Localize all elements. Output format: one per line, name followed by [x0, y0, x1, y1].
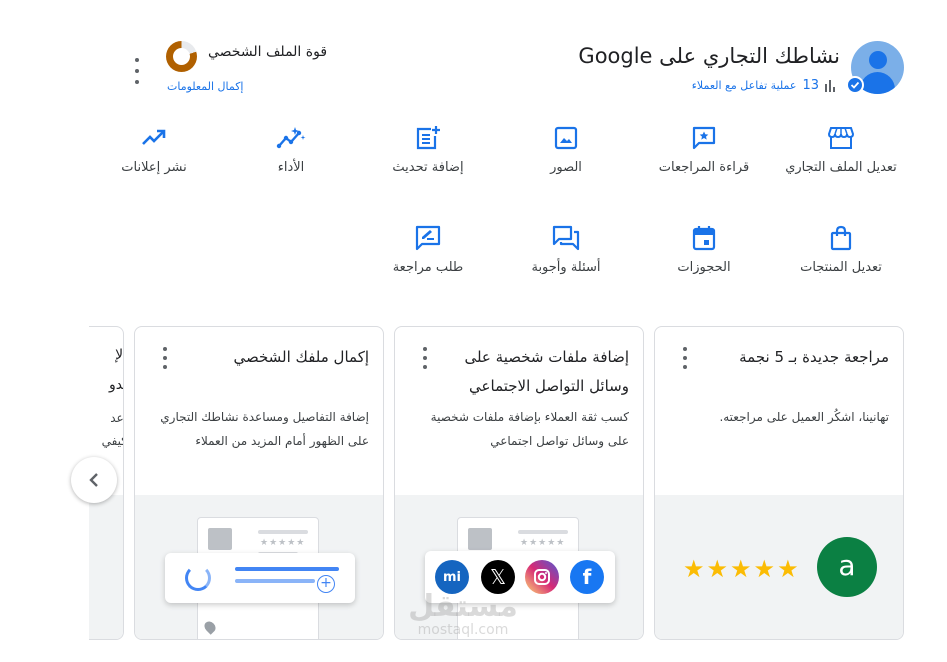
card-more-icon[interactable]	[679, 347, 691, 369]
progress-spinner-icon	[185, 565, 211, 591]
suggestion-card-complete-profile[interactable]: إكمال ملفك الشخصي إضافة التفاصيل ومساعدة…	[134, 326, 384, 640]
review-star-icon	[639, 124, 769, 152]
action-label: تعديل المنتجات	[800, 260, 882, 275]
action-label: أسئلة وأجوبة	[531, 260, 601, 275]
partial-card-title: بدو	[108, 377, 124, 393]
calendar-icon	[639, 224, 769, 252]
add-icon: +	[317, 575, 335, 593]
partial-card-description: إعد	[110, 411, 124, 425]
profile-illustration: ★★★★★ +	[135, 495, 383, 639]
avatar-body	[860, 72, 895, 94]
more-options-icon[interactable]	[130, 58, 144, 84]
rate-review-icon	[363, 224, 493, 252]
verified-badge-icon	[846, 76, 864, 94]
profile-strength-ring	[166, 41, 197, 72]
forum-icon	[501, 224, 631, 252]
bar-chart-icon	[825, 79, 835, 92]
card-description: تهانينا، اشكُر العميل على مراجعته.	[719, 410, 889, 424]
action-read-reviews[interactable]: قراءة المراجعات	[639, 124, 769, 175]
partial-card-description: كيفي	[101, 434, 123, 448]
card-title: إكمال ملفك الشخصي	[233, 348, 369, 366]
card-description: إضافة التفاصيل ومساعدة نشاطك التجاري على…	[160, 410, 369, 448]
insights-icon	[226, 124, 356, 152]
action-label: تعديل الملف التجاري	[785, 160, 897, 175]
social-panel: mi 𝕏 f	[425, 551, 615, 603]
card-illustration	[89, 495, 123, 639]
action-label: قراءة المراجعات	[658, 160, 750, 175]
suggestion-card-social-profiles[interactable]: إضافة ملفات شخصية على وسائل التواصل الاج…	[394, 326, 644, 640]
storefront-icon	[776, 124, 906, 152]
action-label: طلب مراجعة	[392, 260, 464, 275]
card-title: مراجعة جديدة بـ 5 نجمة	[739, 348, 889, 366]
interactions-count: 13	[802, 78, 819, 93]
action-advertise[interactable]: نشر إعلانات	[89, 124, 219, 175]
instagram-logo-icon	[525, 560, 559, 594]
five-star-rating-icon: ★★★★★	[683, 555, 801, 583]
card-title: إضافة ملفات شخصية على وسائل التواصل الاج…	[464, 348, 629, 395]
social-illustration: ★★★★★ mi 𝕏 f	[395, 495, 643, 639]
interactions-label: عملية تفاعل مع العملاء	[691, 79, 797, 92]
action-request-review[interactable]: طلب مراجعة	[363, 224, 493, 275]
profile-strength-title: قوة الملف الشخصي	[208, 44, 328, 60]
action-qa[interactable]: أسئلة وأجوبة	[501, 224, 631, 275]
action-performance[interactable]: الأداء	[226, 124, 356, 175]
action-label: الصور	[550, 160, 582, 175]
action-label: الأداء	[277, 160, 305, 175]
avatar-head	[869, 51, 887, 69]
action-bookings[interactable]: الحجوزات	[639, 224, 769, 275]
card-more-icon[interactable]	[419, 347, 431, 369]
reviewer-avatar: a	[817, 537, 877, 597]
action-photos[interactable]: الصور	[501, 124, 631, 175]
x-logo-icon: 𝕏	[481, 560, 515, 594]
facebook-logo-icon: f	[570, 560, 604, 594]
trending-up-icon	[89, 124, 219, 152]
image-icon	[501, 124, 631, 152]
mi-logo-icon: mi	[435, 560, 469, 594]
shopping-bag-icon	[776, 224, 906, 252]
post-add-icon	[363, 124, 493, 152]
business-title: نشاطك التجاري على Google	[578, 44, 840, 68]
carousel-prev-button[interactable]	[71, 457, 117, 503]
action-edit-products[interactable]: تعديل المنتجات	[776, 224, 906, 275]
action-label: الحجوزات	[677, 260, 731, 275]
suggestion-card-new-review[interactable]: مراجعة جديدة بـ 5 نجمة تهانينا، اشكُر ال…	[654, 326, 904, 640]
action-label: نشر إعلانات	[121, 160, 187, 175]
card-description: كسب ثقة العملاء بإضافة ملفات شخصية على و…	[430, 410, 629, 448]
progress-panel: +	[165, 553, 355, 603]
action-edit-profile[interactable]: تعديل الملف التجاري	[776, 124, 906, 175]
partial-card-title: الإ	[115, 347, 124, 363]
interactions-link[interactable]: 13 عملية تفاعل مع العملاء	[692, 78, 835, 93]
complete-info-link[interactable]: إكمال المعلومات	[167, 80, 244, 93]
action-label: إضافة تحديث	[392, 160, 464, 175]
chevron-left-icon	[89, 473, 98, 487]
action-add-update[interactable]: إضافة تحديث	[363, 124, 493, 175]
card-more-icon[interactable]	[159, 347, 171, 369]
